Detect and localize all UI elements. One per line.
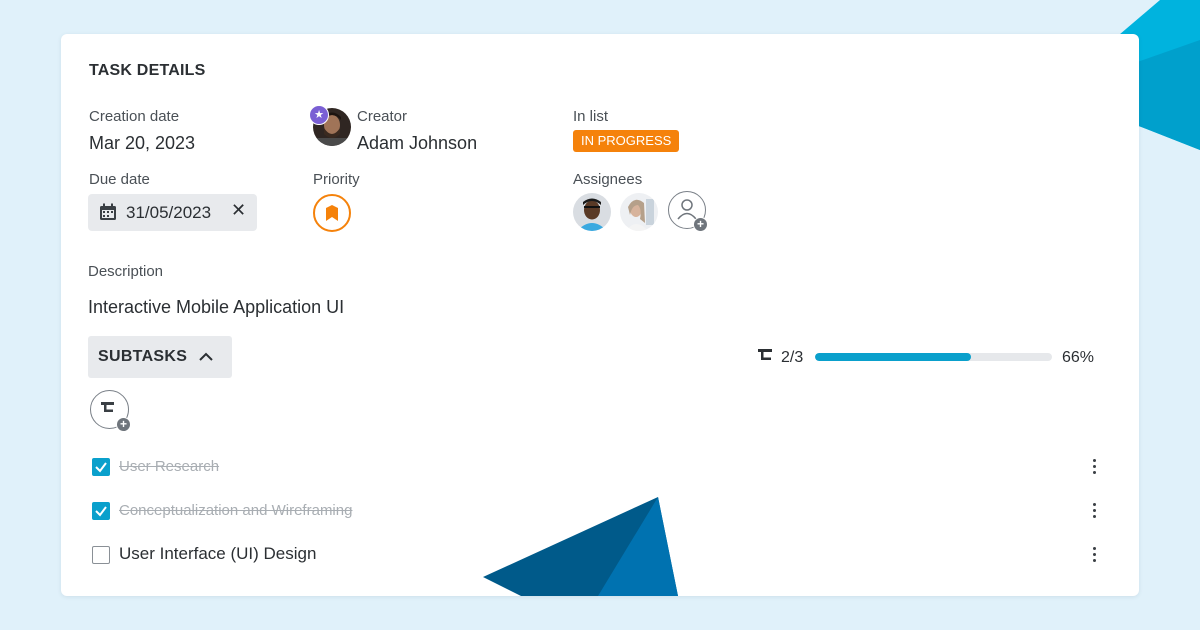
priority-label: Priority <box>313 171 360 188</box>
subtask-row: User Research <box>88 453 1108 483</box>
assignee-avatar[interactable] <box>573 193 611 231</box>
task-details-card: TASK DETAILS Creation date Mar 20, 2023 … <box>61 34 1139 596</box>
due-date-value: 31/05/2023 <box>126 203 212 222</box>
checkbox-icon[interactable] <box>92 458 110 476</box>
description-label: Description <box>88 263 164 280</box>
assignees-label: Assignees <box>573 171 643 188</box>
description-text[interactable]: Interactive Mobile Application UI <box>88 297 344 318</box>
close-icon[interactable]: ✕ <box>231 200 246 221</box>
checkbox-icon[interactable] <box>92 546 110 564</box>
subtasks-title: SUBTASKS <box>98 348 188 365</box>
in-list-label: In list <box>573 108 609 125</box>
plus-icon: + <box>116 417 131 432</box>
creation-date-label: Creation date <box>89 108 180 125</box>
more-vertical-icon[interactable] <box>1088 500 1100 522</box>
plus-icon: + <box>693 217 708 232</box>
subtasks-toggle[interactable]: SUBTASKS <box>88 336 232 378</box>
checkbox-icon[interactable] <box>92 502 110 520</box>
star-badge-icon: ★ <box>309 105 329 125</box>
subtask-label[interactable]: User Research <box>119 458 219 475</box>
card-title: TASK DETAILS <box>89 62 206 79</box>
progress-fill <box>815 353 972 361</box>
due-date-field[interactable]: 31/05/2023 ✕ <box>88 194 257 231</box>
creation-date-value: Mar 20, 2023 <box>89 133 196 153</box>
subtask-row: User Interface (UI) Design <box>88 541 1108 571</box>
creator-label: Creator <box>357 108 408 125</box>
due-date-label: Due date <box>89 171 150 188</box>
creator-name: Adam Johnson <box>357 133 478 153</box>
subtask-progress-count: 2/3 <box>781 349 804 366</box>
subtask-label[interactable]: User Interface (UI) Design <box>119 544 316 564</box>
subtask-row: Conceptualization and Wireframing <box>88 497 1108 527</box>
subtask-icon <box>757 347 775 370</box>
priority-button[interactable] <box>313 194 351 232</box>
subtask-label[interactable]: Conceptualization and Wireframing <box>119 502 352 519</box>
more-vertical-icon[interactable] <box>1088 456 1100 478</box>
priority-flag-icon <box>326 205 338 221</box>
chevron-up-icon <box>198 349 214 368</box>
calendar-icon <box>98 202 118 227</box>
more-vertical-icon[interactable] <box>1088 544 1100 566</box>
assignee-avatar[interactable] <box>620 193 658 231</box>
status-badge[interactable]: IN PROGRESS <box>573 130 680 152</box>
subtask-progress-bar <box>815 353 1052 361</box>
add-subtask-button[interactable]: + <box>90 390 131 432</box>
subtask-progress-percent: 66% <box>1062 349 1095 366</box>
add-assignee-button[interactable]: + <box>668 191 708 232</box>
